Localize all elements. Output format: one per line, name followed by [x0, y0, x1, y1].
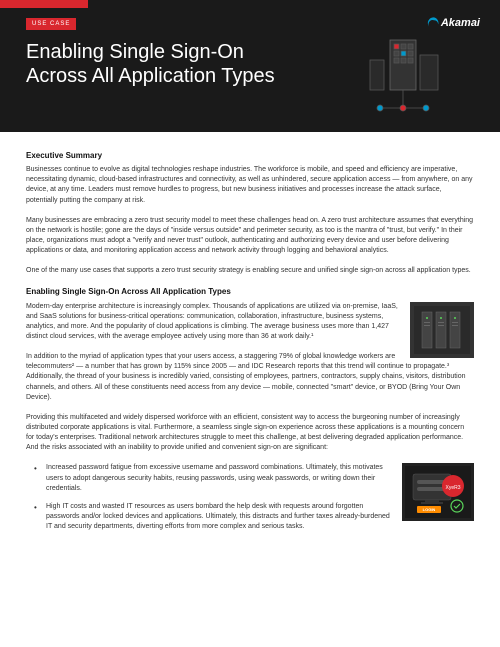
risks-list-container: XyeR3 LOGIN Increased password fatigue f…	[26, 463, 474, 540]
exec-summary-p2: Many businesses are embracing a zero tru…	[26, 216, 474, 257]
title-line-2: Across All Application Types	[26, 65, 275, 87]
sso-section: Enabling Single Sign-On Across All Appli…	[26, 286, 474, 463]
logo-text: Akamai	[441, 17, 480, 29]
header-illustration	[340, 30, 460, 120]
document-body: Executive Summary Businesses continue to…	[0, 132, 500, 550]
exec-summary-p1: Businesses continue to evolve as digital…	[26, 165, 474, 206]
sso-p1: Modern-day enterprise architecture is in…	[26, 302, 474, 343]
risk-bullet-2: High IT costs and wasted IT resources as…	[38, 502, 474, 532]
sso-p3: Providing this multifaceted and widely d…	[26, 413, 474, 454]
akamai-logo-icon	[427, 16, 441, 30]
document-header: Akamai USE C	[0, 0, 500, 132]
exec-summary-p3: One of the many use cases that supports …	[26, 266, 474, 276]
sso-p2: In addition to the myriad of application…	[26, 352, 474, 403]
risk-bullet-1: Increased password fatigue from excessiv…	[38, 463, 474, 493]
title-line-1: Enabling Single Sign-On	[26, 41, 244, 63]
sso-heading: Enabling Single Sign-On Across All Appli…	[26, 286, 474, 297]
use-case-badge: USE CASE	[26, 18, 76, 30]
datacenter-illustration	[410, 302, 474, 358]
exec-summary-heading: Executive Summary	[26, 150, 474, 161]
header-accent-bar	[0, 0, 88, 8]
